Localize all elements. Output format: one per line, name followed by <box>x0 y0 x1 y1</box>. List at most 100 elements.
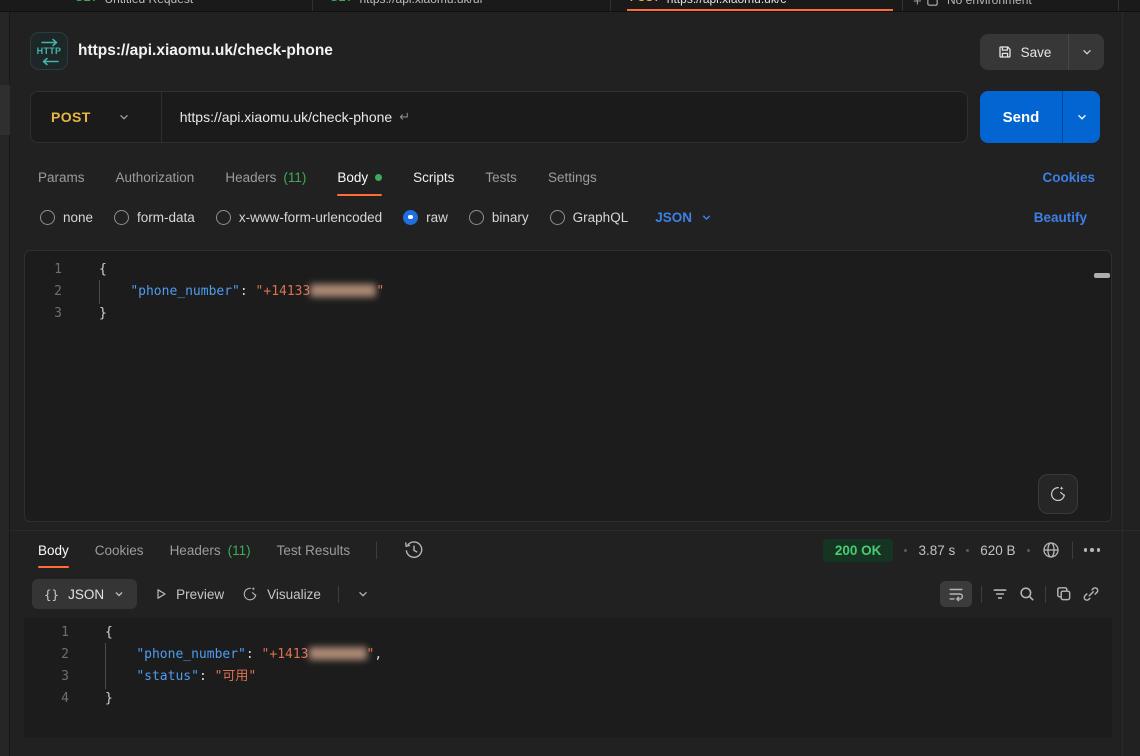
chevron-down-icon <box>700 211 713 224</box>
request-response-divider <box>10 530 1140 531</box>
line-number: 3 <box>24 666 76 688</box>
network-info-button[interactable] <box>1041 540 1061 560</box>
code-content: { <box>76 622 113 644</box>
tab-headers[interactable]: Headers (11) <box>225 158 306 196</box>
globe-icon <box>1041 540 1061 560</box>
divider <box>902 0 903 12</box>
word-wrap-button[interactable] <box>940 581 972 607</box>
code-content: "phone_number": "+14133" <box>69 281 384 303</box>
search-button[interactable] <box>1018 585 1036 603</box>
radio-circle <box>469 210 484 225</box>
response-history-button[interactable] <box>403 539 425 561</box>
tab-label: Untitled Request <box>105 0 194 6</box>
http-request-badge: HTTP <box>30 32 68 70</box>
code-line: 2 "phone_number": "+1413", <box>24 644 1112 666</box>
response-format-dropdown[interactable]: {} JSON <box>32 579 137 609</box>
line-number: 1 <box>24 622 76 644</box>
editor-scrollbar-thumb[interactable] <box>1094 273 1110 278</box>
visualize-button[interactable]: Visualize <box>241 585 321 603</box>
dot-separator <box>904 549 907 552</box>
send-button-group: Send <box>980 91 1100 143</box>
response-section-tabs: Body Cookies Headers (11) Test Results 2… <box>38 532 1100 568</box>
copy-button[interactable] <box>1055 585 1073 603</box>
response-tab-headers[interactable]: Headers (11) <box>170 532 251 568</box>
environment-icon <box>926 0 939 7</box>
status-badge[interactable]: 200 OK <box>823 539 894 562</box>
redacted-value <box>309 647 367 660</box>
radio-x-www-form-urlencoded[interactable]: x-www-form-urlencoded <box>216 210 382 225</box>
environment-label: No environment <box>947 0 1032 7</box>
response-tab-test-results[interactable]: Test Results <box>277 532 351 568</box>
new-tab-button[interactable]: + <box>913 0 922 10</box>
cookies-link[interactable]: Cookies <box>1042 170 1095 185</box>
search-icon <box>1018 585 1036 603</box>
tab-label: Body <box>38 543 69 558</box>
url-input[interactable]: https://api.xiaomu.uk/check-phone <box>162 109 392 125</box>
filter-button[interactable] <box>991 585 1009 603</box>
left-sidebar-rail[interactable] <box>0 12 10 756</box>
save-options-caret[interactable] <box>1068 34 1104 70</box>
radio-binary[interactable]: binary <box>469 210 529 225</box>
chevron-down-icon <box>113 588 125 600</box>
word-wrap-icon <box>947 585 965 603</box>
code-line: 2 "phone_number": "+14133" <box>25 281 1111 303</box>
chevron-down-icon <box>1080 45 1094 59</box>
tab-authorization[interactable]: Authorization <box>116 158 195 196</box>
request-body-editor[interactable]: 1{2 "phone_number": "+14133"3} <box>24 250 1112 522</box>
postman-app-window: GET Untitled Request GET https://api.xia… <box>0 0 1140 756</box>
response-tab-cookies[interactable]: Cookies <box>95 532 144 568</box>
tab-label: https://api.xiaomu.uk/c <box>667 0 786 6</box>
response-tab-body[interactable]: Body <box>38 532 69 568</box>
save-label: Save <box>1021 45 1052 60</box>
tab-params[interactable]: Params <box>38 158 85 196</box>
divider <box>376 542 377 559</box>
request-tab-active[interactable]: POST https://api.xiaomu.uk/c <box>630 0 786 6</box>
environment-selector[interactable]: No environment <box>926 0 1032 7</box>
tab-body[interactable]: Body <box>337 158 382 196</box>
radio-form-data[interactable]: form-data <box>114 210 195 225</box>
filter-icon <box>991 585 1009 603</box>
radio-circle <box>216 210 231 225</box>
headers-count-badge: (11) <box>228 543 251 558</box>
line-number: 1 <box>25 259 69 281</box>
method-dropdown[interactable]: POST <box>31 92 162 142</box>
sparkle-circle-icon <box>1048 484 1068 504</box>
tab-scripts[interactable]: Scripts <box>413 158 454 196</box>
radio-graphql[interactable]: GraphQL <box>550 210 629 225</box>
beautify-link[interactable]: Beautify <box>1034 210 1087 225</box>
response-more-actions-button[interactable] <box>1084 548 1101 552</box>
code-token: { <box>99 262 107 277</box>
radio-circle <box>114 210 129 225</box>
preview-label: Preview <box>176 587 224 602</box>
divider <box>1118 0 1119 12</box>
request-title: https://api.xiaomu.uk/check-phone <box>78 42 333 60</box>
code-content: "phone_number": "+1413", <box>76 644 382 666</box>
share-link-button[interactable] <box>1082 585 1100 603</box>
tab-label: Settings <box>548 170 597 185</box>
tab-settings[interactable]: Settings <box>548 158 597 196</box>
request-tab-1[interactable]: GET Untitled Request <box>75 0 193 6</box>
request-url-bar: POST https://api.xiaomu.uk/check-phone ↵ <box>30 91 968 143</box>
response-action-icons <box>940 581 1100 607</box>
active-tab-underline <box>627 9 893 11</box>
send-options-caret[interactable] <box>1062 91 1100 143</box>
code-line: 3 "status": "可用" <box>24 666 1112 688</box>
radio-label: binary <box>492 210 529 225</box>
code-line: 4} <box>24 688 1112 710</box>
tab-tests[interactable]: Tests <box>485 158 517 196</box>
radio-raw[interactable]: raw <box>403 210 448 225</box>
send-button[interactable]: Send <box>980 91 1062 143</box>
more-views-caret[interactable] <box>356 587 370 601</box>
history-clock-icon <box>403 539 425 561</box>
request-tab-2[interactable]: GET https://api.xiaomu.uk/ur <box>330 0 484 6</box>
radio-none[interactable]: none <box>40 210 93 225</box>
raw-format-dropdown[interactable]: JSON <box>655 210 713 225</box>
response-body-editor[interactable]: 1{2 "phone_number": "+1413",3 "status": … <box>24 618 1112 738</box>
preview-button[interactable]: Preview <box>154 587 224 602</box>
code-content: } <box>69 303 107 325</box>
postbot-ai-button[interactable] <box>1038 474 1078 514</box>
save-button[interactable]: Save <box>980 34 1068 70</box>
line-number: 2 <box>25 281 69 303</box>
tab-label: Scripts <box>413 170 454 185</box>
divider <box>1072 542 1073 559</box>
